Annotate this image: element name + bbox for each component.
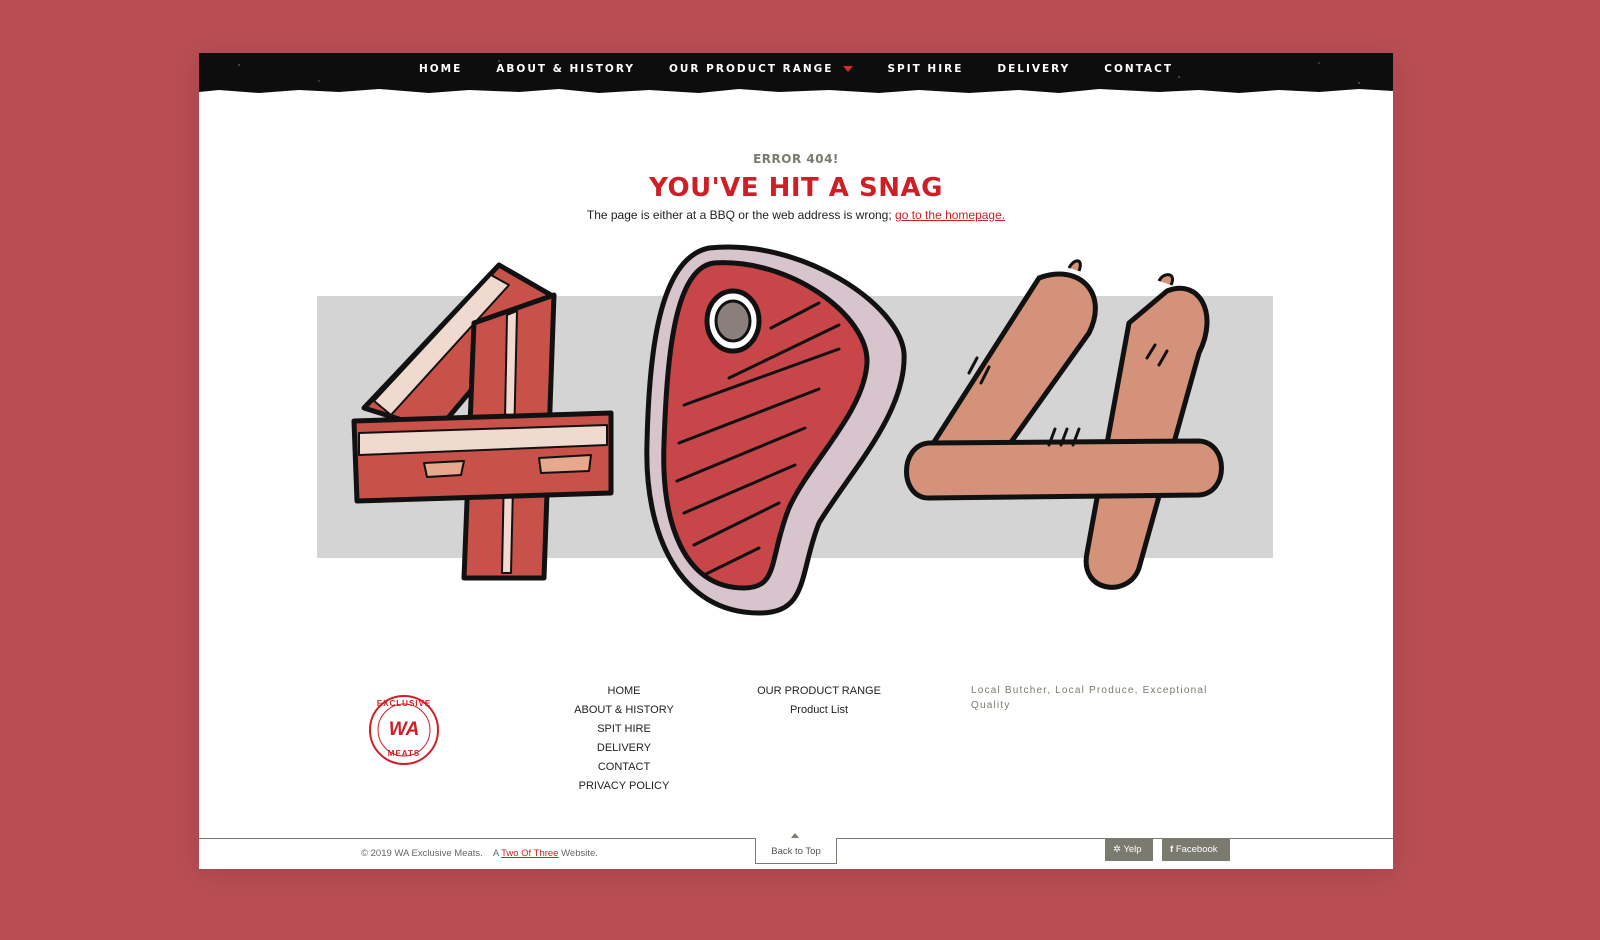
footer-bottom-bar: © 2019 WA Exclusive Meats. A Two Of Thre… — [199, 833, 1393, 869]
facebook-icon: f — [1170, 844, 1174, 855]
credit-prefix: A — [492, 848, 499, 859]
facebook-button[interactable]: f Facebook — [1162, 839, 1230, 861]
footer-tagline: Local Butcher, Local Produce, Exceptiona… — [971, 685, 1208, 711]
yelp-button[interactable]: ✲ Yelp — [1105, 839, 1153, 861]
footer-link-product-list[interactable]: Product List — [744, 701, 894, 720]
footer-logo[interactable]: EXCLUSIVE WA MEATS — [367, 693, 441, 767]
footer-nav-column: HOME ABOUT & HISTORY SPIT HIRE DELIVERY … — [559, 682, 689, 796]
logo-center-text: WA — [388, 719, 420, 740]
meat-404-illustration — [317, 244, 1273, 616]
footer-link-privacy[interactable]: PRIVACY POLICY — [559, 777, 689, 796]
logo-top-text: EXCLUSIVE — [376, 699, 432, 708]
back-to-top-button[interactable]: Back to Top — [755, 838, 837, 864]
footer-link-product-range[interactable]: OUR PRODUCT RANGE — [744, 682, 894, 701]
footer-link-home[interactable]: HOME — [559, 682, 689, 701]
two-of-three-link[interactable]: Two Of Three — [501, 848, 558, 859]
footer-link-about[interactable]: ABOUT & HISTORY — [559, 701, 689, 720]
yelp-icon: ✲ — [1113, 844, 1121, 855]
logo-bottom-text: MEATS — [387, 749, 421, 758]
credit-suffix: Website. — [561, 848, 598, 859]
copyright: © 2019 WA Exclusive Meats. A Two Of Thre… — [361, 848, 598, 859]
copyright-text: © 2019 WA Exclusive Meats. — [361, 848, 483, 859]
yelp-label: Yelp — [1123, 844, 1142, 855]
browser-window: HOME ABOUT & HISTORY OUR PRODUCT RANGE S… — [199, 53, 1393, 869]
facebook-label: Facebook — [1175, 844, 1218, 855]
footer-link-delivery[interactable]: DELIVERY — [559, 739, 689, 758]
footer-products-column: OUR PRODUCT RANGE Product List — [744, 682, 894, 720]
steak-zero-icon — [644, 244, 907, 616]
footer-link-contact[interactable]: CONTACT — [559, 758, 689, 777]
footer-link-spit-hire[interactable]: SPIT HIRE — [559, 720, 689, 739]
